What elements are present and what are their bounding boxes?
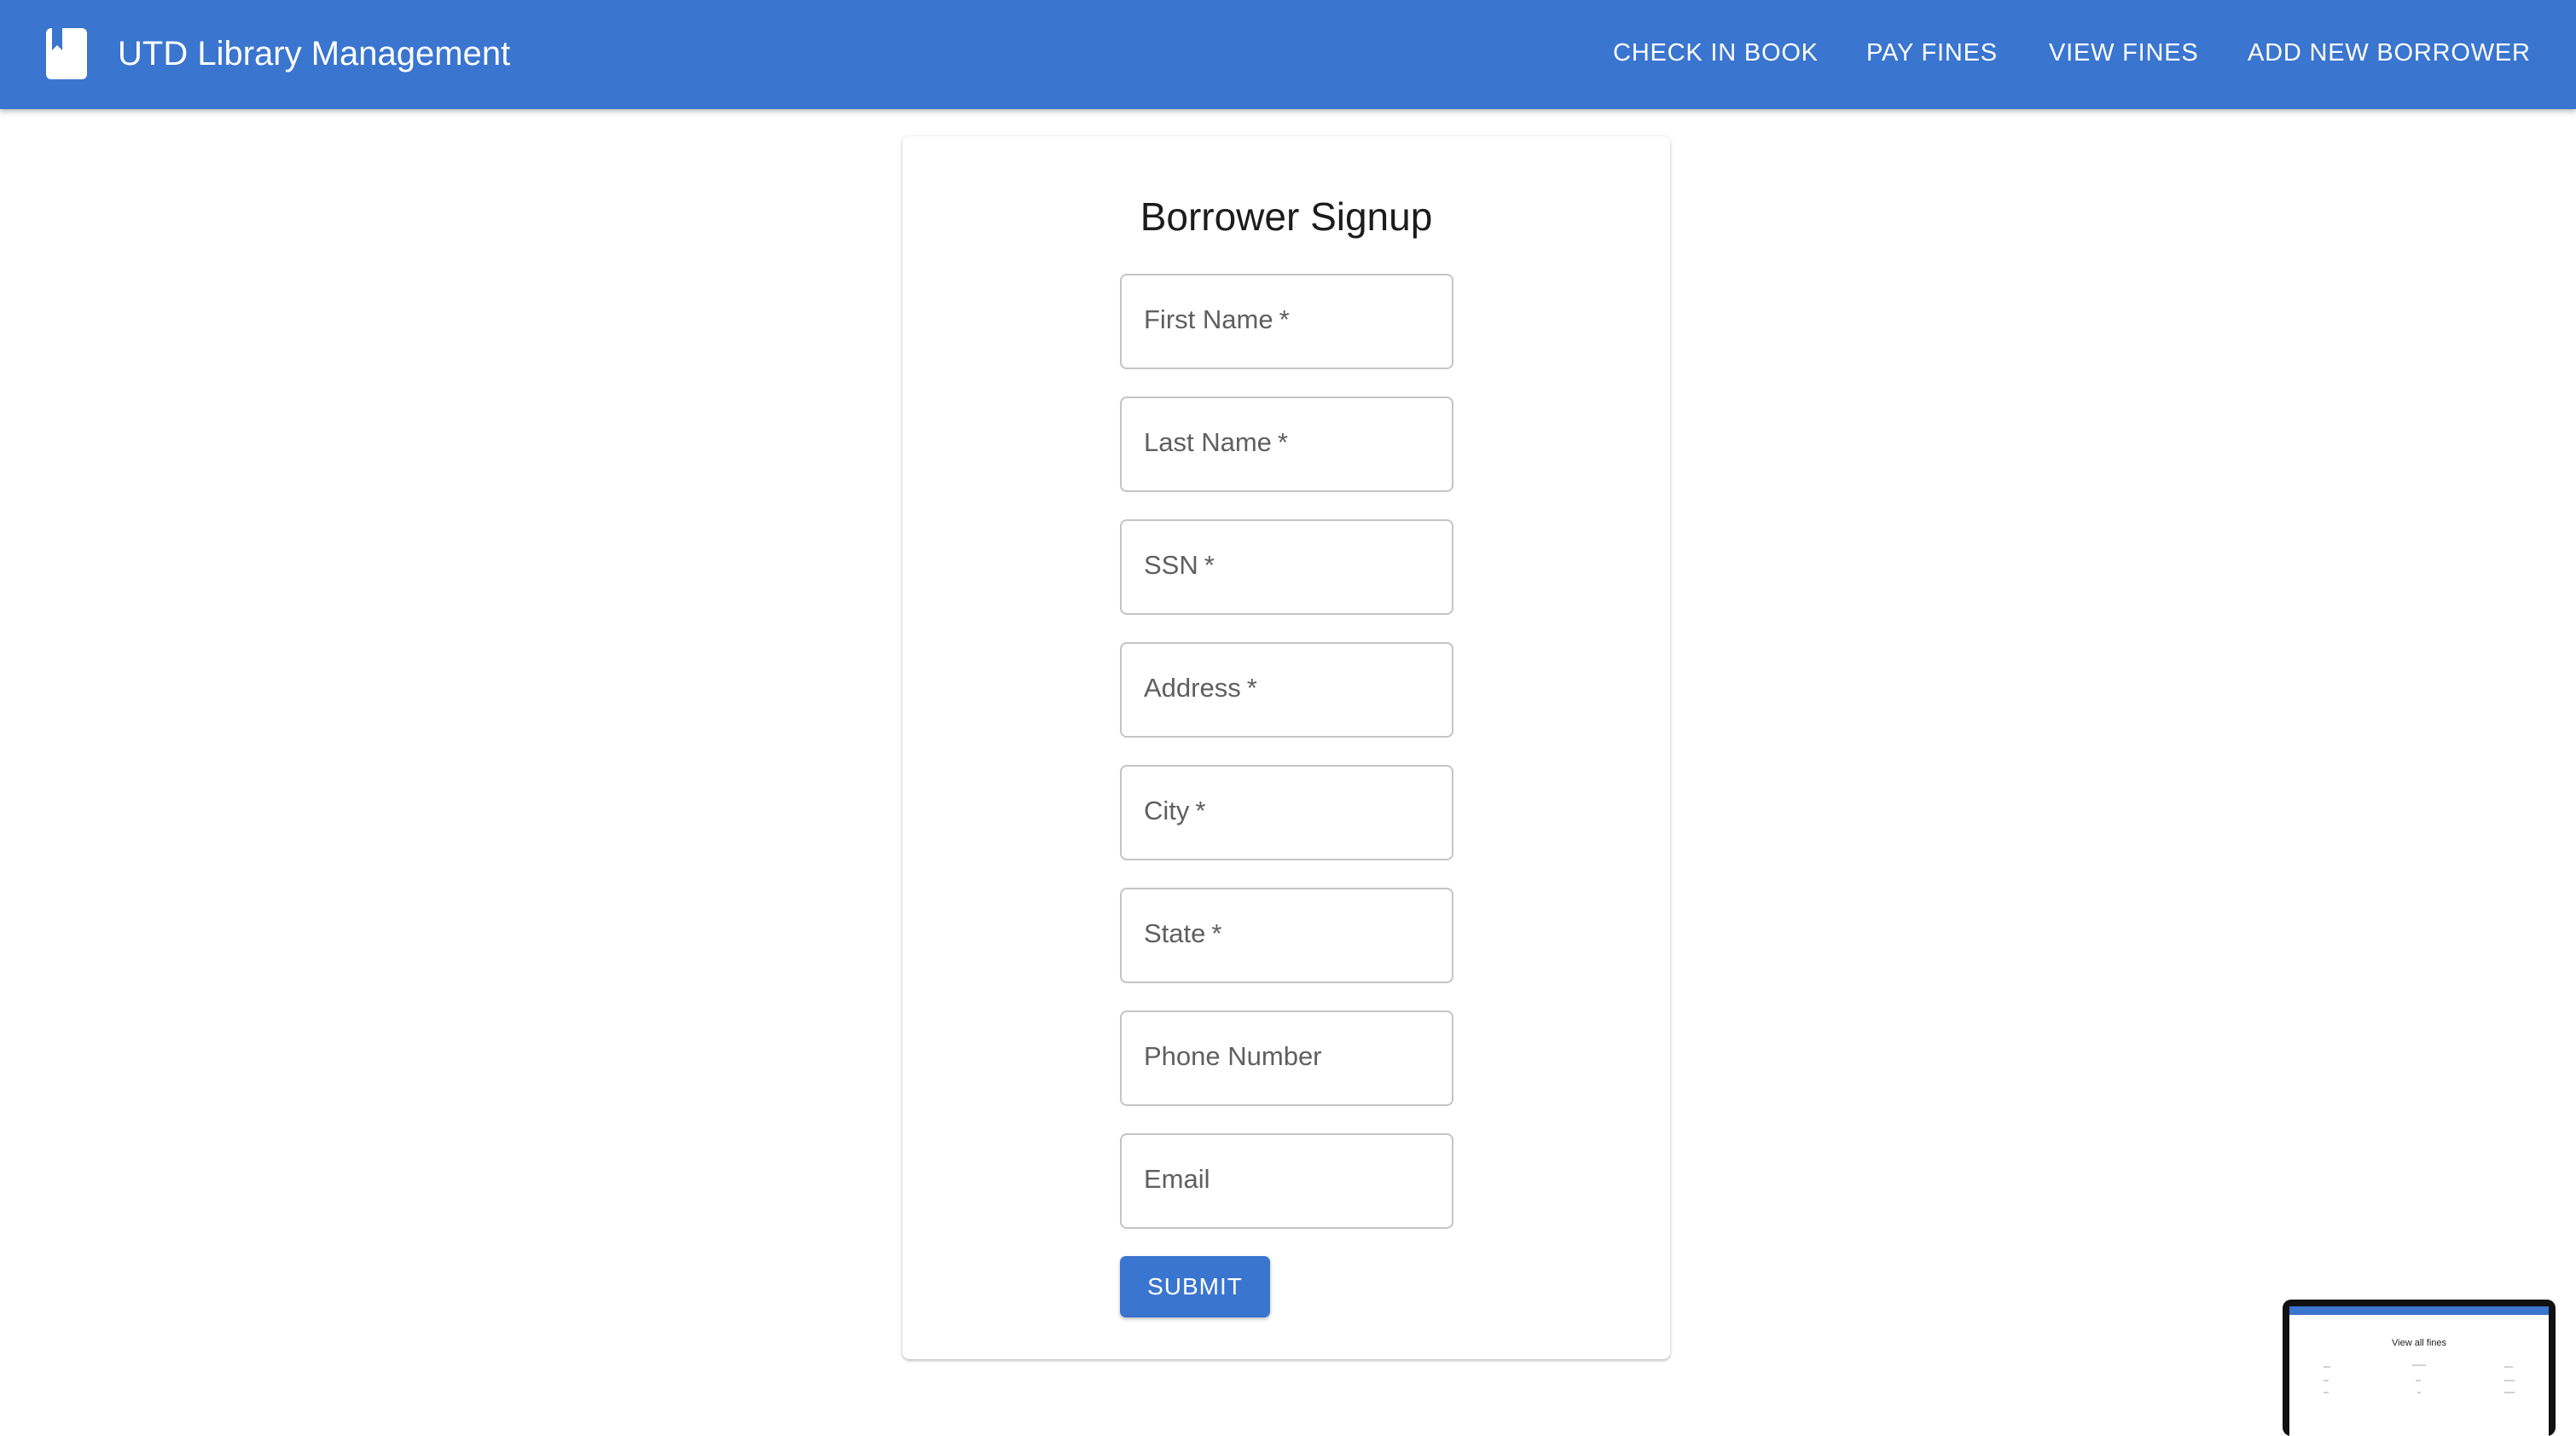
- email-field[interactable]: Email: [1120, 1133, 1453, 1229]
- form-title: Borrower Signup: [1140, 194, 1433, 239]
- preview-thumbnail-line: [2504, 1366, 2513, 1368]
- preview-thumbnail-line: [2504, 1380, 2515, 1381]
- field-label: Phone Number: [1144, 1039, 1322, 1074]
- nav-view-fines-button[interactable]: VIEW FINES: [2049, 36, 2199, 70]
- preview-thumbnail-line: [2416, 1380, 2421, 1381]
- preview-thumbnail-line: [2324, 1366, 2330, 1368]
- submit-button[interactable]: SUBMIT: [1120, 1256, 1270, 1317]
- borrower-signup-card: Borrower Signup First Name * Last Name * S…: [902, 136, 1670, 1359]
- nav-check-in-book-button[interactable]: CHECK IN BOOK: [1613, 36, 1819, 70]
- app-title: UTD Library Management: [118, 35, 511, 72]
- field-label-text: Address: [1144, 673, 1241, 703]
- field-label-text: First Name: [1144, 304, 1273, 334]
- state-field[interactable]: State *: [1120, 888, 1453, 983]
- app-bar: UTD Library Management CHECK IN BOOK PAY…: [0, 0, 2576, 109]
- phone-number-field[interactable]: Phone Number: [1120, 1010, 1453, 1106]
- last-name-field[interactable]: Last Name *: [1120, 397, 1453, 492]
- preview-thumbnail-line: [2417, 1392, 2421, 1393]
- field-label: City *: [1144, 794, 1205, 828]
- ssn-field[interactable]: SSN *: [1120, 519, 1453, 615]
- field-label: Email: [1144, 1162, 1210, 1196]
- preview-thumbnail-line: [2504, 1392, 2515, 1393]
- required-asterisk: *: [1279, 304, 1290, 334]
- book-icon: [46, 28, 87, 79]
- preview-thumbnail-appbar: [2289, 1306, 2549, 1315]
- nav-add-new-borrower-button[interactable]: ADD NEW BORROWER: [2248, 36, 2531, 70]
- field-label: Last Name *: [1144, 426, 1288, 460]
- field-label: SSN *: [1144, 548, 1215, 582]
- field-label: State *: [1144, 917, 1221, 951]
- first-name-field[interactable]: First Name *: [1120, 274, 1453, 369]
- field-label: First Name *: [1144, 303, 1290, 337]
- field-label-text: City: [1144, 796, 1190, 825]
- field-label-text: Email: [1144, 1164, 1210, 1194]
- required-asterisk: *: [1211, 918, 1222, 948]
- preview-thumbnail-line: [2412, 1364, 2426, 1366]
- field-label-text: Last Name: [1144, 427, 1272, 457]
- required-asterisk: *: [1246, 673, 1257, 703]
- preview-thumbnail-title: View all fines: [2392, 1338, 2446, 1348]
- field-label-text: State: [1144, 918, 1206, 948]
- field-label-text: Phone Number: [1144, 1041, 1322, 1071]
- preview-thumbnail-line: [2324, 1380, 2329, 1381]
- required-asterisk: *: [1204, 550, 1215, 580]
- city-field[interactable]: City *: [1120, 765, 1453, 860]
- field-label-text: SSN: [1144, 550, 1198, 580]
- required-asterisk: *: [1277, 427, 1288, 457]
- preview-thumbnail-screen: View all fines: [2289, 1306, 2549, 1436]
- field-label: Address *: [1144, 671, 1257, 705]
- preview-thumbnail-line: [2324, 1392, 2329, 1393]
- preview-thumbnail[interactable]: View all fines: [2283, 1300, 2556, 1436]
- address-field[interactable]: Address *: [1120, 642, 1453, 738]
- required-asterisk: *: [1195, 796, 1206, 825]
- nav-pay-fines-button[interactable]: PAY FINES: [1866, 36, 1998, 70]
